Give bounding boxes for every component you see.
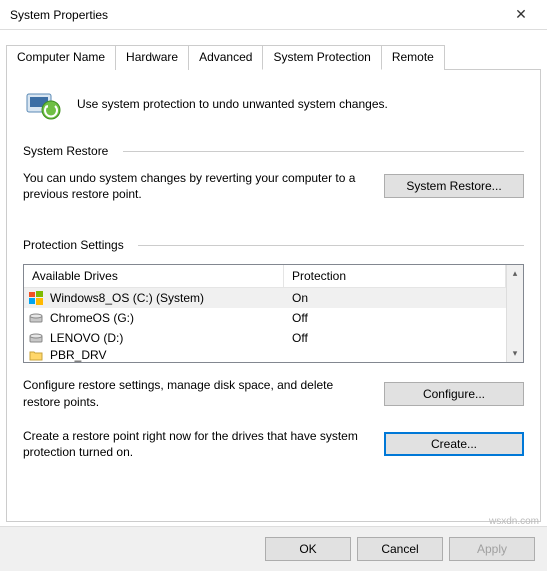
close-button[interactable]: ✕: [501, 1, 541, 29]
table-row[interactable]: ChromeOS (G:) Off: [24, 308, 506, 328]
configure-row: Configure restore settings, manage disk …: [23, 377, 524, 409]
title-bar: System Properties ✕: [0, 0, 547, 30]
column-drives[interactable]: Available Drives: [24, 265, 284, 287]
table-row[interactable]: LENOVO (D:) Off: [24, 328, 506, 348]
scroll-up-icon[interactable]: ▴: [507, 265, 523, 282]
drives-table: Available Drives Protection Windows8_OS …: [23, 264, 524, 363]
protection-settings-heading: Protection Settings: [23, 238, 524, 252]
window-title: System Properties: [10, 8, 108, 22]
scrollbar[interactable]: ▴ ▾: [506, 265, 523, 362]
create-desc: Create a restore point right now for the…: [23, 428, 364, 460]
column-protection[interactable]: Protection: [284, 265, 506, 287]
intro-row: Use system protection to undo unwanted s…: [23, 84, 524, 124]
drive-name: Windows8_OS (C:) (System): [50, 291, 204, 305]
tab-strip: Computer Name Hardware Advanced System P…: [6, 44, 541, 70]
drive-name: ChromeOS (G:): [50, 311, 134, 325]
tab-remote[interactable]: Remote: [381, 45, 445, 70]
dialog-footer: OK Cancel Apply: [0, 526, 547, 571]
scroll-down-icon[interactable]: ▾: [507, 345, 523, 362]
drive-name: PBR_DRV: [50, 348, 106, 362]
tab-hardware[interactable]: Hardware: [115, 45, 189, 70]
windows-drive-icon: [28, 290, 44, 306]
drive-protection: Off: [284, 331, 506, 345]
content-area: Computer Name Hardware Advanced System P…: [0, 30, 547, 522]
table-header: Available Drives Protection: [24, 265, 506, 288]
disk-drive-icon: [28, 310, 44, 326]
configure-button[interactable]: Configure...: [384, 382, 524, 406]
system-protection-icon: [23, 84, 63, 124]
system-restore-button[interactable]: System Restore...: [384, 174, 524, 198]
close-icon: ✕: [515, 6, 527, 23]
tab-system-protection[interactable]: System Protection: [262, 45, 381, 70]
cancel-button[interactable]: Cancel: [357, 537, 443, 561]
system-restore-desc: You can undo system changes by reverting…: [23, 170, 364, 202]
table-row[interactable]: Windows8_OS (C:) (System) On: [24, 288, 506, 308]
tab-computer-name[interactable]: Computer Name: [6, 45, 116, 70]
configure-desc: Configure restore settings, manage disk …: [23, 377, 364, 409]
disk-drive-icon: [28, 330, 44, 346]
apply-button[interactable]: Apply: [449, 537, 535, 561]
scroll-track[interactable]: [507, 282, 523, 345]
ok-button[interactable]: OK: [265, 537, 351, 561]
create-button[interactable]: Create...: [384, 432, 524, 456]
table-row[interactable]: PBR_DRV: [24, 348, 506, 362]
folder-icon: [28, 348, 44, 362]
tab-panel: Use system protection to undo unwanted s…: [6, 70, 541, 522]
intro-text: Use system protection to undo unwanted s…: [77, 97, 388, 111]
drive-name: LENOVO (D:): [50, 331, 123, 345]
system-restore-heading: System Restore: [23, 144, 524, 158]
system-restore-row: You can undo system changes by reverting…: [23, 170, 524, 202]
drive-protection: On: [284, 291, 506, 305]
create-row: Create a restore point right now for the…: [23, 428, 524, 460]
tab-advanced[interactable]: Advanced: [188, 45, 263, 70]
drive-protection: Off: [284, 311, 506, 325]
